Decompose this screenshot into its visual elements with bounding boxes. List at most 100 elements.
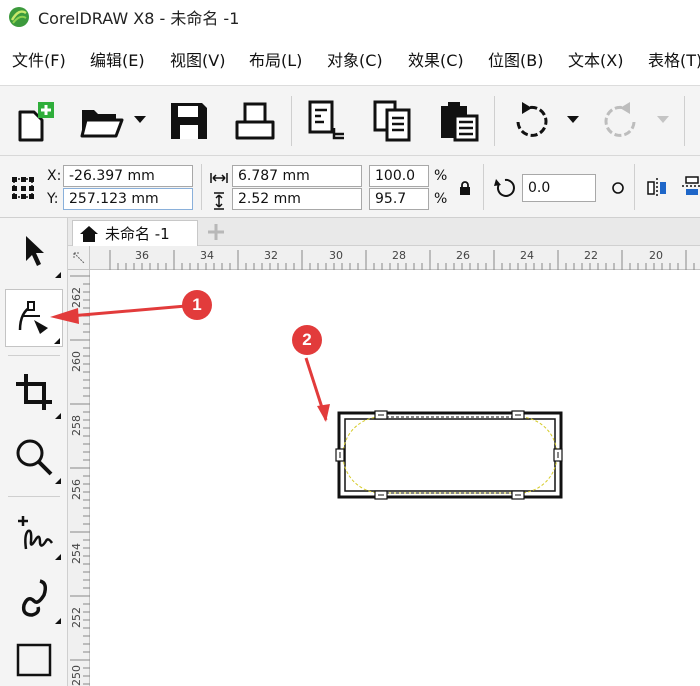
freehand-icon <box>18 516 54 550</box>
artistic-media-icon <box>21 579 48 617</box>
undo-icon <box>516 102 548 137</box>
standard-toolbar <box>0 86 700 156</box>
height-icon <box>209 191 229 211</box>
pick-tool-button[interactable] <box>5 222 63 280</box>
rectangle-icon <box>16 643 52 677</box>
x-position-input[interactable]: -26.397 mm <box>63 165 193 187</box>
open-button[interactable] <box>76 97 126 145</box>
document-tabs: 未命名 -1 <box>68 218 700 246</box>
menu-table[interactable]: 表格(T) <box>648 47 700 71</box>
open-dropdown[interactable] <box>133 110 147 130</box>
menu-bar: 文件(F) 编辑(E) 视图(V) 布局(L) 对象(C) 效果(C) 位图(B… <box>0 33 700 86</box>
home-icon <box>80 225 98 242</box>
menu-bitmaps[interactable]: 位图(B) <box>488 47 543 71</box>
mirror-vertical-button[interactable] <box>680 174 700 200</box>
clipboard-icon <box>441 102 479 142</box>
rotation-icon <box>492 175 518 201</box>
circle-icon <box>612 182 624 194</box>
height-arrows-icon <box>214 192 224 210</box>
lock-ratio-button[interactable] <box>457 179 473 197</box>
ruler-h-label: 22 <box>584 249 598 262</box>
scale-x-percent: % <box>434 168 448 184</box>
callout-1: 1 <box>182 290 212 320</box>
scale-y-percent: % <box>434 191 448 207</box>
redo-button[interactable] <box>596 97 646 145</box>
height-input[interactable]: 2.52 mm <box>232 188 362 210</box>
width-icon <box>209 168 229 188</box>
toolbox <box>0 218 68 686</box>
open-folder-icon <box>80 110 124 138</box>
save-icon <box>171 103 207 139</box>
menu-effects[interactable]: 效果(C) <box>408 47 464 71</box>
artistic-media-tool-button[interactable] <box>5 568 63 626</box>
menu-layout[interactable]: 布局(L) <box>249 47 302 71</box>
ruler-v-label: 250 <box>70 665 83 686</box>
toolbar-separator <box>494 96 495 146</box>
pick-arrow-icon <box>26 236 44 266</box>
propbar-separator <box>483 164 484 210</box>
menu-view[interactable]: 视图(V) <box>170 47 225 71</box>
print-button[interactable] <box>230 97 280 145</box>
ruler-h-label: 28 <box>392 249 406 262</box>
ruler-v-label: 258 <box>70 415 83 436</box>
ruler-h-label: 26 <box>456 249 470 262</box>
scale-y-input[interactable]: 95.7 <box>369 188 429 210</box>
menu-edit[interactable]: 编辑(E) <box>90 47 145 71</box>
print-icon <box>235 102 275 140</box>
lock-icon <box>460 181 470 195</box>
horizontal-ruler[interactable]: 36 34 32 30 28 26 24 22 20 <box>90 246 700 270</box>
toolbox-separator <box>8 496 60 497</box>
rotate-icon <box>494 178 515 197</box>
publish-button[interactable] <box>434 97 484 145</box>
width-arrows-icon <box>210 173 228 183</box>
callout-2: 2 <box>292 325 322 355</box>
property-bar: X: -26.397 mm Y: 257.123 mm 6.787 mm 2.5… <box>0 156 700 218</box>
x-label: X: <box>47 168 62 184</box>
freehand-tool-button[interactable] <box>5 504 63 562</box>
zoom-tool-button[interactable] <box>5 428 63 486</box>
menu-file[interactable]: 文件(F) <box>12 47 66 71</box>
document-tab[interactable]: 未命名 -1 <box>72 220 198 246</box>
coreldraw-logo-icon <box>9 6 29 27</box>
mirror-horizontal-icon <box>647 178 666 196</box>
export-button[interactable] <box>368 97 418 145</box>
undo-button[interactable] <box>506 97 556 145</box>
rotation-input[interactable]: 0.0 <box>522 174 596 202</box>
undo-dropdown[interactable] <box>566 110 580 130</box>
chevron-down-icon <box>134 116 146 123</box>
mirror-vertical-icon <box>682 176 700 195</box>
import-icon <box>308 100 344 140</box>
new-tab-button[interactable] <box>204 221 228 243</box>
y-label: Y: <box>47 191 59 207</box>
redo-icon <box>604 102 636 137</box>
scale-x-input[interactable]: 100.0 <box>369 165 429 187</box>
new-document-button[interactable] <box>10 97 60 145</box>
crop-icon <box>16 374 52 410</box>
import-button[interactable] <box>302 97 352 145</box>
propbar-separator <box>201 164 202 210</box>
ruler-origin[interactable] <box>68 246 90 270</box>
crop-tool-button[interactable] <box>5 363 63 421</box>
chevron-down-icon <box>567 116 579 123</box>
propbar-separator <box>634 164 635 210</box>
redo-dropdown[interactable] <box>656 110 670 130</box>
toolbar-separator <box>684 96 685 146</box>
object-origin-icon[interactable] <box>10 175 36 201</box>
width-input[interactable]: 6.787 mm <box>232 165 362 187</box>
chevron-down-icon <box>657 116 669 123</box>
flyout-indicator <box>54 338 60 344</box>
title-bar: CorelDRAW X8 - 未命名 -1 <box>0 0 700 33</box>
toolbar-separator <box>291 96 292 146</box>
ruler-v-label: 256 <box>70 479 83 500</box>
mirror-horizontal-button[interactable] <box>645 174 671 200</box>
zoom-magnifier-icon <box>16 439 53 476</box>
menu-object[interactable]: 对象(C) <box>327 47 383 71</box>
menu-text[interactable]: 文本(X) <box>568 47 623 71</box>
save-button[interactable] <box>164 97 214 145</box>
ruler-h-label: 24 <box>520 249 534 262</box>
y-position-input[interactable]: 257.123 mm <box>63 188 193 210</box>
toolbox-separator <box>8 355 60 356</box>
flyout-indicator <box>55 413 61 419</box>
rectangle-tool-button[interactable] <box>5 630 63 686</box>
rotation-center-button[interactable] <box>608 178 628 198</box>
